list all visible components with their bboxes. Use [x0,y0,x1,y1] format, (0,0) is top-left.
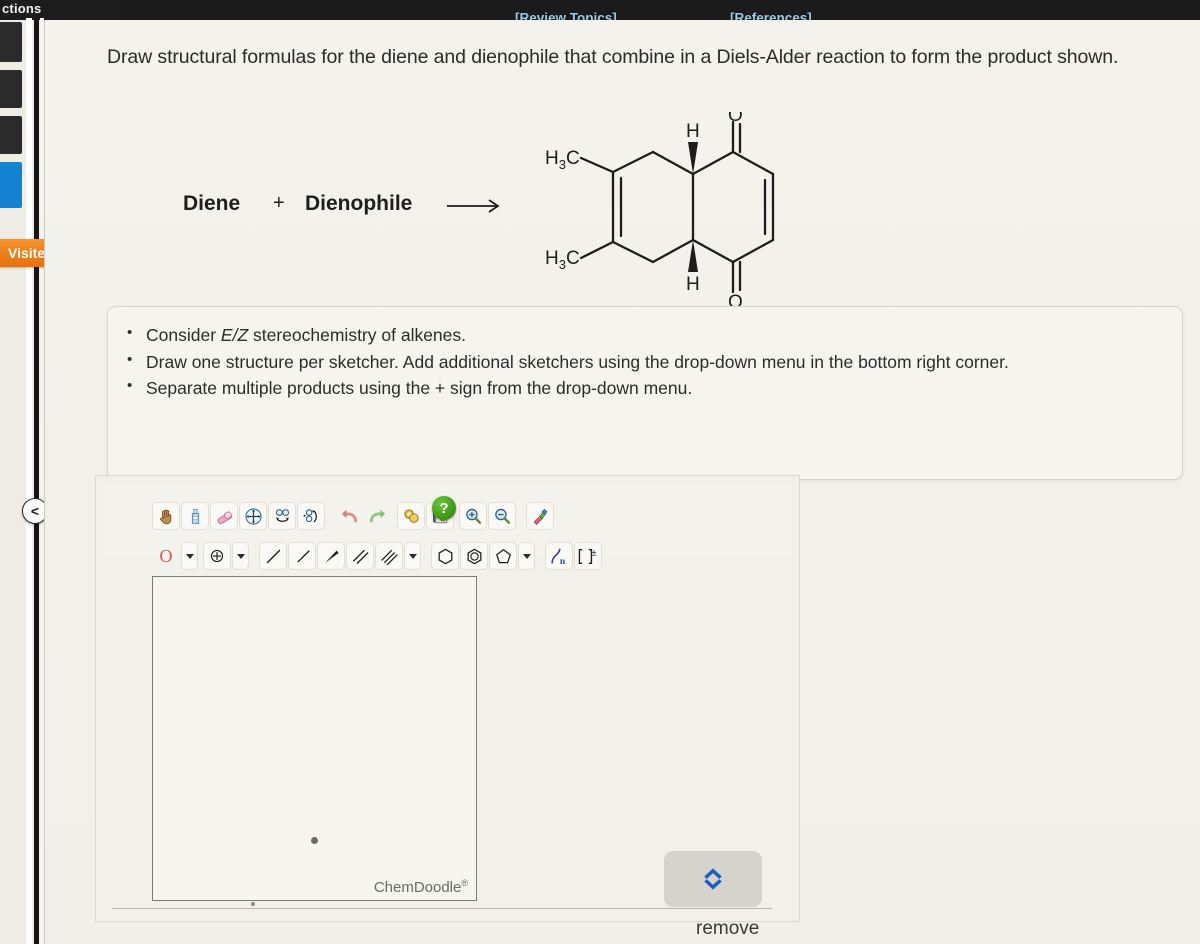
svg-text:H3C: H3C [545,248,580,272]
expand-collapse-diamond-icon [704,868,722,890]
instruction-text: Separate multiple products using the + s… [146,378,693,399]
reaction-arrow-icon [447,199,500,213]
svg-text:n: n [560,557,566,567]
svg-text:H: H [686,121,700,142]
svg-text:O: O [728,112,743,126]
svg-text:H: H [686,274,700,295]
svg-text:±: ± [591,546,596,557]
wedge-bond-icon[interactable] [317,542,345,570]
benzene-ring-icon[interactable] [460,542,488,570]
eraser-icon[interactable] [210,502,238,530]
sidebar-tab-1[interactable] [0,22,22,62]
instruction-text-tail: stereochemistry of alkenes. [248,325,467,345]
flip-vertical-icon[interactable] [297,502,325,530]
chemdoodle-watermark: ChemDoodle® [374,878,468,896]
help-button[interactable]: ? [432,496,456,520]
registered-mark: ® [461,878,468,888]
flip-horizontal-icon[interactable] [268,502,296,530]
bond-dropdown-caret[interactable] [404,542,421,570]
instruction-item-1: Consider E/Z stereochemistry of alkenes. [127,322,1160,349]
remove-sketcher-link[interactable]: remove [696,918,759,940]
polymer-repeat-icon[interactable]: n [545,542,573,570]
instructions-panel: Consider E/Z stereochemistry of alkenes.… [107,306,1183,480]
toolbar-row-tools [152,502,555,530]
eraser-spray-icon[interactable] [181,502,209,530]
browser-titlebar: ctions [0,0,120,20]
undo-icon[interactable] [335,502,363,530]
sketcher-dropdown-button[interactable] [664,851,762,907]
triple-bond-icon[interactable] [375,542,403,570]
sidebar-tab-2[interactable] [0,70,22,108]
zoom-out-icon[interactable] [488,502,516,530]
reactant-diene-label: Diene [183,192,241,215]
canvas-atom-dot[interactable] [251,902,255,906]
product-structure: H3C H3C H H O O [545,112,775,313]
sidebar-divider-dark [34,18,39,944]
hash-bond-icon[interactable] [288,542,316,570]
instruction-item-2: Draw one structure per sketcher. Add add… [127,349,1160,376]
sidebar-tab-active[interactable] [0,162,22,208]
ring-dropdown-caret[interactable] [518,542,535,570]
instruction-emphasis: E/Z [220,325,249,345]
move-translate-icon[interactable] [239,502,267,530]
sidebar-tab-3[interactable] [0,116,22,154]
window-title: ctions [2,1,42,16]
cyclopentane-ring-icon[interactable] [489,542,517,570]
screenshot-root: ctions Visited < [Review Topics] [Refere… [0,0,1200,944]
sidebar-divider-light [26,18,32,944]
sketcher-separator [112,908,772,909]
svg-text:H3C: H3C [545,148,580,172]
sketcher-canvas[interactable]: ChemDoodle® [152,576,477,906]
instruction-text: Consider [146,325,221,345]
toolbar-row-atoms-bonds: O n ± [152,542,603,570]
question-prompt: Draw structural formulas for the diene a… [107,46,1119,68]
reaction-plus-sign: + [273,192,285,214]
clean-structure-icon[interactable] [526,502,554,530]
question-page: Draw structural formulas for the diene a… [44,20,1200,944]
element-label[interactable]: O [152,542,180,570]
cyclohexane-ring-icon[interactable] [431,542,459,570]
element-dropdown-caret[interactable] [181,542,198,570]
zoom-in-icon[interactable] [459,502,487,530]
wedge-bond-up-icon [688,142,698,174]
hand-pan-icon[interactable] [152,502,180,530]
instruction-item-3: Separate multiple products using the + s… [127,375,1160,402]
wedge-bond-down-icon [688,240,698,272]
chemdoodle-sketcher[interactable]: O n ± ? ChemDoodle® remove [95,475,800,939]
charge-dropdown-caret[interactable] [232,542,249,570]
redo-icon[interactable] [364,502,392,530]
double-bond-icon[interactable] [346,542,374,570]
bracket-charge-icon[interactable]: ± [574,542,602,570]
copy-icon[interactable] [397,502,425,530]
instruction-text: Draw one structure per sketcher. Add add… [146,351,1009,372]
reactant-dienophile-label: Dienophile [305,192,413,215]
chemdoodle-watermark-text: ChemDoodle [373,879,462,896]
canvas-atom-dot[interactable] [311,837,318,844]
reaction-row: Diene + Dienophile H3C H3C H H O O [45,112,1200,330]
single-bond-icon[interactable] [259,542,287,570]
charge-icon[interactable] [203,542,231,570]
